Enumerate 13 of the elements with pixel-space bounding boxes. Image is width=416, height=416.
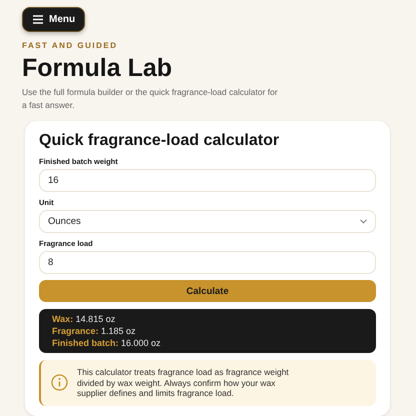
card-title: Quick fragrance-load calculator bbox=[39, 131, 280, 151]
menu-button[interactable]: Menu bbox=[22, 7, 86, 32]
unit-select[interactable]: Ounces bbox=[39, 210, 376, 233]
result-line: Fragrance: 1.185 oz bbox=[52, 325, 137, 337]
input-field[interactable]: 16 bbox=[39, 169, 376, 192]
note-text: This calculator treats fragrance load as fragrance weight divided by wax weight. Always confirm how your wax supplier defines and limits fragrance load. bbox=[77, 367, 290, 398]
calculate-button[interactable]: Calculate bbox=[39, 280, 376, 302]
page-title: Formula Lab bbox=[22, 53, 174, 83]
kicker-text: FAST AND GUIDED bbox=[22, 41, 119, 50]
result-line: Wax: 14.815 oz bbox=[52, 313, 116, 325]
input-field[interactable]: 8 bbox=[39, 251, 376, 274]
result-line: Finished batch: 16.000 oz bbox=[52, 337, 162, 349]
page-subtitle: Use the full formula builder or the quick fragrance-load calculator for a fast answer. bbox=[22, 86, 279, 112]
